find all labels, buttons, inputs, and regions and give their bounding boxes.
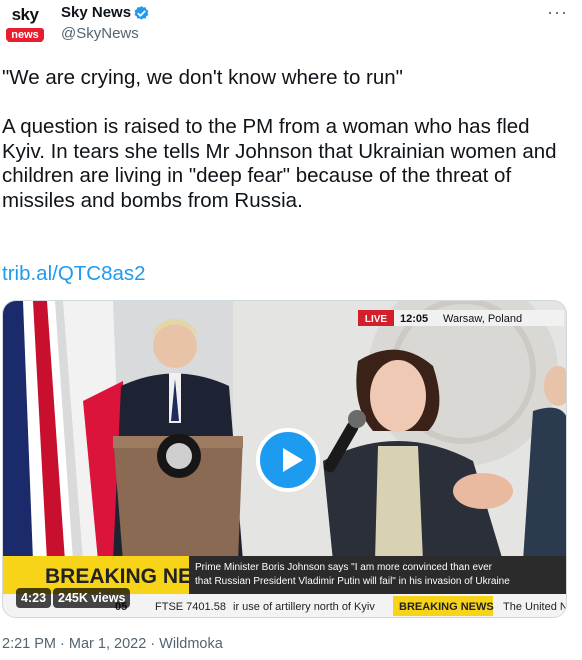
headline-line1: Prime Minister Boris Johnson says "I am … bbox=[195, 562, 493, 573]
avatar-logo-bottom: news bbox=[6, 28, 44, 42]
avatar[interactable]: sky news bbox=[2, 3, 48, 49]
speaker-head bbox=[153, 324, 197, 368]
tweet-metadata: 2:21 PM · Mar 1, 2022 · Wildmoka bbox=[2, 636, 223, 652]
avatar-logo-top: sky bbox=[11, 5, 39, 24]
tweet-header: sky news Sky News @SkyNews ··· bbox=[0, 0, 582, 56]
video-clock: 12:05 bbox=[400, 313, 428, 325]
display-name[interactable]: Sky News bbox=[61, 4, 131, 21]
verified-badge-icon bbox=[134, 6, 149, 20]
video-location: Warsaw, Poland bbox=[443, 313, 522, 325]
ftse-value: FTSE 7401.58 bbox=[155, 601, 226, 613]
more-options-icon[interactable]: ··· bbox=[547, 2, 568, 23]
woman-face bbox=[370, 360, 426, 432]
ticker-breaking: BREAKING NEWS bbox=[399, 601, 494, 613]
play-button-icon[interactable] bbox=[256, 428, 320, 492]
tweet-text: "We are crying, we don't know where to r… bbox=[2, 66, 557, 212]
video-player[interactable]: LIVE 12:05 Warsaw, Poland BREAKING NEWS … bbox=[2, 300, 567, 618]
video-duration: 4:23 bbox=[16, 588, 52, 608]
video-views: 245K views bbox=[53, 588, 131, 608]
tweet-link[interactable]: trib.al/QTC8as2 bbox=[2, 262, 146, 286]
ticker-text: ir use of artillery north of Kyiv bbox=[233, 601, 375, 613]
user-handle[interactable]: @SkyNews bbox=[61, 25, 139, 42]
live-label: LIVE bbox=[365, 314, 388, 325]
headline-line2: that Russian President Vladimir Putin wi… bbox=[195, 576, 510, 587]
ticker-tail: The United N bbox=[503, 601, 567, 613]
